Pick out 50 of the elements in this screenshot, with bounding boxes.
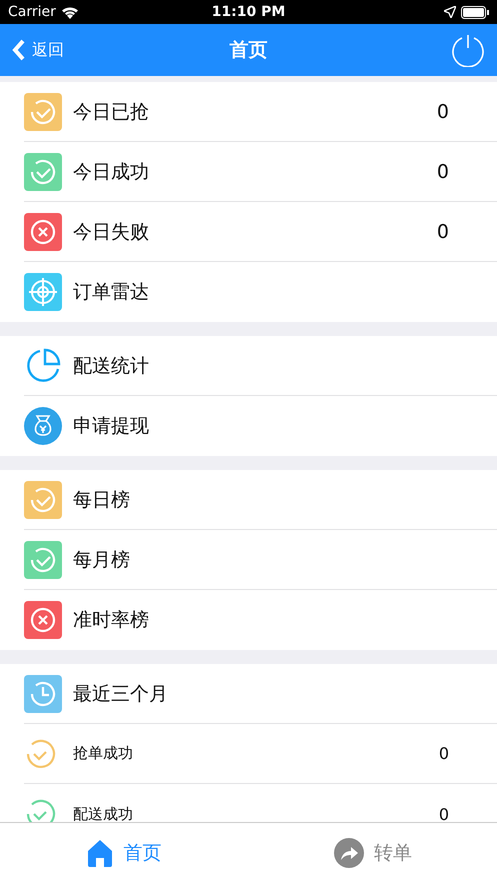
row-label: 今日失败 [73,220,150,244]
list-row[interactable]: 每月榜 [24,530,497,590]
wifi-icon [60,6,79,18]
list-row[interactable]: 抢单成功 0 [24,724,497,784]
location-arrow-icon [444,6,456,18]
list-row[interactable]: 每日榜 [24,470,497,530]
list-row[interactable]: 配送统计 [24,336,497,396]
row-label: 每月榜 [73,548,131,572]
row-value: 0 [436,220,449,242]
page-title: 首页 [230,38,268,63]
list-row[interactable]: 今日已抢 0 [24,82,497,142]
check-icon [24,92,62,130]
check-icon [24,480,62,518]
battery-icon [460,6,489,18]
home-icon [87,839,114,867]
list-row[interactable]: 申请提现 [24,396,497,456]
tab-item[interactable]: 转单 [248,823,497,883]
chevron-left-icon [12,39,26,61]
list-row[interactable]: 订单雷达 [24,262,497,322]
row-value: 0 [438,744,449,763]
check-circle-icon [24,798,56,822]
row-label: 配送统计 [73,354,150,378]
carrier-label: Carrier [8,4,56,20]
row-label: 今日已抢 [73,100,150,124]
money-bag-icon [24,407,62,445]
list-row[interactable]: 今日失败 0 [24,202,497,262]
row-label: 配送成功 [73,804,134,822]
share-icon [334,838,364,868]
row-label: 抢单成功 [73,744,134,763]
row-label: 申请提现 [73,414,150,439]
row-value: 0 [438,804,449,822]
row-value: 0 [436,100,449,122]
row-label: 今日成功 [73,160,150,184]
check-circle-icon [24,738,56,770]
row-label: 准时率榜 [73,608,150,633]
list-row[interactable]: 今日成功 0 [24,142,497,202]
clock-time: 11:10 PM [212,4,286,20]
row-label: 每日榜 [73,488,131,512]
check-icon [24,152,62,190]
row-label: 订单雷达 [73,280,150,305]
list-row[interactable]: 准时率榜 [24,590,497,650]
check-icon [24,540,62,578]
row-label: 最近三个月 [73,682,169,706]
target-icon [24,273,62,311]
list-row[interactable]: 最近三个月 [24,664,497,724]
power-button[interactable] [451,33,485,67]
row-value: 0 [436,160,449,182]
list-row[interactable]: 配送成功 0 [24,784,497,822]
clock-icon [24,674,62,712]
pie-chart-icon [24,346,62,384]
